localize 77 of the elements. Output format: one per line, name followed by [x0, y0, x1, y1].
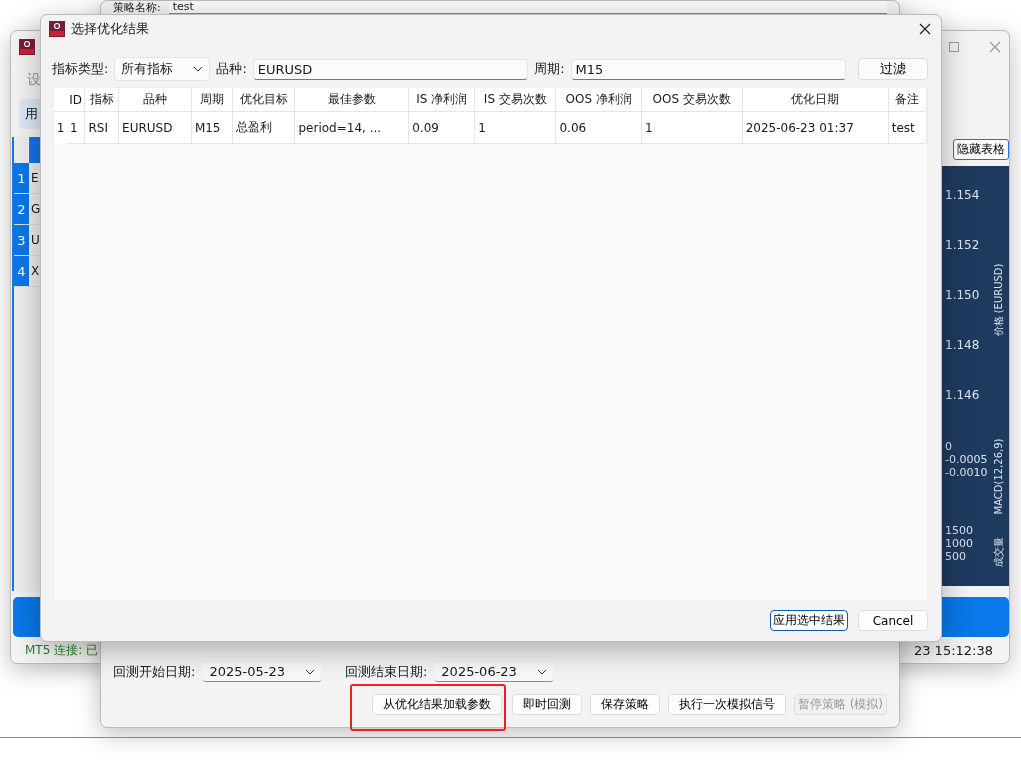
column-header[interactable]: OOS 交易次数: [641, 88, 743, 112]
action-button[interactable]: 执行一次模拟信号: [667, 694, 786, 715]
column-header[interactable]: 最佳参数: [295, 88, 409, 112]
date-dropdown[interactable]: 2025-06-23: [435, 662, 553, 682]
column-header[interactable]: 优化目标: [232, 88, 295, 112]
hide-table-button[interactable]: 隐藏表格: [953, 139, 1009, 160]
table-cell-text: E: [30, 170, 39, 187]
table-cell: 0.09: [408, 111, 475, 144]
table-cell: RSI: [84, 111, 119, 144]
caret-icon: [536, 668, 547, 675]
table-cell: 1: [474, 111, 556, 144]
table-cell-text: X: [30, 263, 40, 280]
caret-icon: [193, 66, 204, 72]
table-cell: period=14, ...: [295, 111, 409, 144]
axis-title: 成交量: [992, 537, 1005, 567]
axis-label: 1.146: [945, 388, 981, 402]
table-cell: M15: [191, 111, 233, 144]
field-label: 策略名称:: [113, 1, 161, 14]
axis-label: 1000: [945, 537, 974, 550]
axis-label: 1500: [945, 524, 974, 537]
field-label: 回测结束日期:: [344, 663, 428, 681]
column-header[interactable]: 品种: [118, 88, 192, 112]
cancel-button[interactable]: Cancel: [858, 610, 928, 631]
close-icon[interactable]: [919, 23, 931, 35]
apply-button[interactable]: 应用选中结果: [770, 610, 848, 631]
row-header[interactable]: 4: [14, 256, 29, 286]
axis-label: -0.0010: [945, 466, 985, 479]
axis-label: 1.154: [945, 188, 981, 202]
row-header[interactable]: 2: [14, 194, 29, 224]
name-field[interactable]: test: [168, 1, 887, 14]
field-label: 周期:: [534, 60, 565, 78]
column-header[interactable]: IS 净利润: [408, 88, 475, 112]
status-time: 23 15:12:38: [913, 642, 993, 658]
row-header[interactable]: 1: [54, 111, 67, 144]
window-title: 选择优化结果: [71, 20, 149, 38]
row-header[interactable]: 1: [14, 163, 29, 193]
filter-button[interactable]: 过滤: [858, 58, 928, 80]
axis-label: 1.148: [945, 338, 981, 352]
action-button[interactable]: 从优化结果加载参数: [371, 694, 502, 715]
column-header[interactable]: OOS 净利润: [555, 88, 642, 112]
caret-icon: [304, 668, 315, 675]
table-cell: 0.06: [555, 111, 642, 144]
axis-label: 1.152: [945, 238, 981, 252]
indicator-dropdown[interactable]: 所有指标: [114, 57, 211, 81]
field-label: 回测开始日期:: [113, 663, 196, 681]
table-cell: 总盈利: [232, 111, 295, 144]
axis-label: 0: [945, 440, 953, 453]
table-cell: test: [888, 111, 927, 144]
row-header[interactable]: 3: [14, 225, 29, 255]
column-header[interactable]: 指标: [84, 88, 119, 112]
table-cell: 2025-06-23 01:37: [742, 111, 889, 144]
table-cell-text: G: [30, 201, 41, 218]
column-header[interactable]: 备注: [888, 88, 927, 112]
field-label: 品种:: [216, 60, 247, 78]
symbol-field[interactable]: EURUSD: [252, 58, 529, 80]
column-header[interactable]: IS 交易次数: [474, 88, 556, 112]
table-cell-text: U: [30, 232, 40, 249]
column-header[interactable]: ID: [67, 88, 85, 112]
axis-title: 价格 (EURUSD): [992, 263, 1005, 337]
axis-label: 500: [945, 550, 967, 563]
axis-label: 1.150: [945, 288, 981, 302]
axis-label: -0.0005: [945, 453, 985, 466]
maximize-icon[interactable]: [949, 42, 959, 52]
period-field[interactable]: M15: [570, 58, 846, 80]
table-cell: 1: [67, 111, 85, 144]
table-cell: 1: [641, 111, 743, 144]
action-button[interactable]: 保存策略: [589, 694, 660, 715]
date-dropdown[interactable]: 2025-05-23: [203, 662, 321, 682]
column-header[interactable]: 周期: [191, 88, 233, 112]
field-label: 指标类型:: [52, 60, 109, 78]
app-logo-icon: [49, 21, 65, 37]
app-logo-icon: [19, 39, 35, 55]
axis-title: MACD(12,26,9): [993, 438, 1005, 514]
action-button[interactable]: 即时回测: [511, 694, 582, 715]
connection-status: MT5 连接: 已: [25, 641, 98, 659]
table-cell: EURUSD: [118, 111, 192, 144]
column-header[interactable]: 优化日期: [742, 88, 889, 112]
